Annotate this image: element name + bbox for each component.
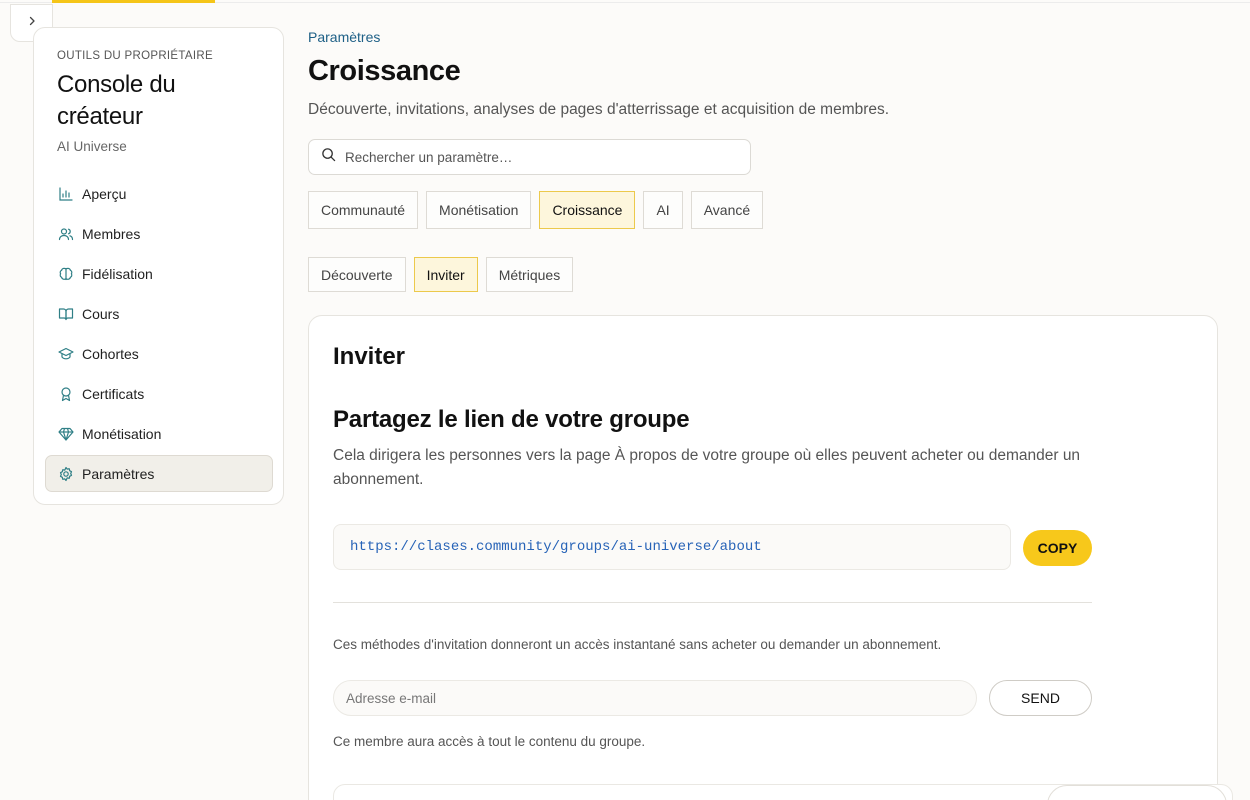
- sidebar-item-membres[interactable]: Membres: [45, 215, 273, 252]
- sidebar-item-label: Paramètres: [82, 465, 155, 482]
- owner-tools-label: OUTILS DU PROPRIÉTAIRE: [57, 50, 213, 62]
- tab-avance[interactable]: Avancé: [690, 191, 764, 229]
- sidebar-item-label: Cours: [82, 305, 120, 322]
- sidebar-item-certificats[interactable]: Certificats: [45, 375, 273, 412]
- tab-ai[interactable]: AI: [643, 191, 683, 229]
- sidebar-item-monetisation[interactable]: Monétisation: [45, 415, 273, 452]
- sidebar-item-label: Certificats: [82, 385, 145, 402]
- settings-search[interactable]: [308, 139, 751, 175]
- group-name: AI Universe: [57, 139, 127, 154]
- tab-inviter[interactable]: Inviter: [413, 257, 478, 292]
- graduation-cap-icon: [58, 346, 74, 362]
- sidebar-item-label: Monétisation: [82, 425, 162, 442]
- next-section-button[interactable]: [1047, 785, 1227, 800]
- tab-croissance[interactable]: Croissance: [539, 191, 636, 229]
- tab-decouverte[interactable]: Découverte: [308, 257, 406, 292]
- email-field[interactable]: [333, 680, 977, 716]
- sidebar-item-cours[interactable]: Cours: [45, 295, 273, 332]
- page-description: Découverte, invitations, analyses de pag…: [308, 101, 890, 118]
- secondary-tabs: Découverte Inviter Métriques: [308, 257, 581, 292]
- search-input[interactable]: [345, 149, 725, 165]
- copy-button[interactable]: COPY: [1023, 530, 1092, 566]
- loading-progress-bar: [52, 0, 215, 3]
- sidebar-item-label: Aperçu: [82, 185, 127, 202]
- invite-methods-note: Ces méthodes d'invitation donneront un a…: [333, 637, 942, 652]
- users-icon: [58, 226, 74, 242]
- chevron-right-icon: [26, 14, 38, 32]
- sidebar-title: Console du créateur: [57, 71, 176, 130]
- divider: [333, 602, 1092, 603]
- sidebar-item-parametres[interactable]: Paramètres: [45, 455, 273, 492]
- sidebar-item-label: Cohortes: [82, 345, 139, 362]
- book-icon: [58, 306, 74, 322]
- breadcrumb[interactable]: Paramètres: [308, 29, 380, 45]
- tab-monetisation[interactable]: Monétisation: [426, 191, 532, 229]
- bar-chart-icon: [58, 186, 74, 202]
- award-icon: [58, 386, 74, 402]
- share-link-heading: Partagez le lien de votre groupe: [333, 406, 690, 433]
- gear-icon: [58, 466, 74, 482]
- send-button[interactable]: SEND: [989, 680, 1092, 716]
- primary-tabs: Communauté Monétisation Croissance AI Av…: [308, 191, 771, 229]
- member-access-note: Ce membre aura accès à tout le contenu d…: [333, 734, 646, 749]
- owner-sidebar: OUTILS DU PROPRIÉTAIRE Console du créate…: [33, 27, 284, 505]
- share-link-description: Cela dirigera les personnes vers la page…: [333, 447, 1081, 488]
- invite-card: Inviter Partagez le lien de votre groupe…: [308, 315, 1233, 800]
- group-link-field[interactable]: https://clases.community/groups/ai-unive…: [333, 524, 1011, 570]
- card-title: Inviter: [333, 343, 406, 370]
- sidebar-item-fidelisation[interactable]: Fidélisation: [45, 255, 273, 292]
- sidebar-item-cohortes[interactable]: Cohortes: [45, 335, 273, 372]
- tab-metriques[interactable]: Métriques: [485, 257, 574, 292]
- page-title: Croissance: [308, 55, 461, 87]
- sidebar-item-label: Membres: [82, 225, 141, 242]
- sidebar-item-label: Fidélisation: [82, 265, 153, 282]
- brain-icon: [58, 266, 74, 282]
- tab-communaute[interactable]: Communauté: [308, 191, 419, 229]
- search-icon: [321, 147, 336, 167]
- sidebar-nav: Aperçu Membres Fidélisation Cours Cohort…: [45, 175, 273, 495]
- sidebar-item-apercu[interactable]: Aperçu: [45, 175, 273, 212]
- gem-icon: [58, 426, 74, 442]
